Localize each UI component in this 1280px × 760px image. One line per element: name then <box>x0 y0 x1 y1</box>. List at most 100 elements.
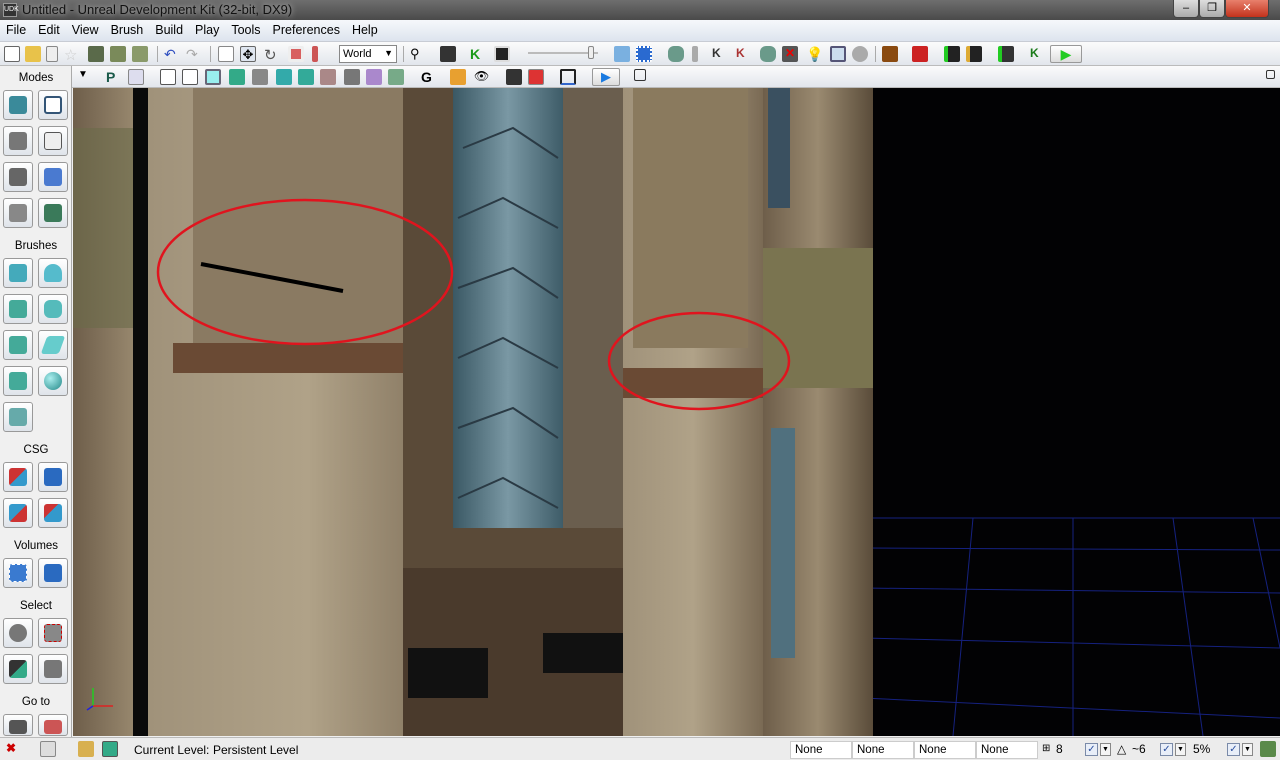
coordinate-system-select[interactable]: World ▼ <box>339 45 397 63</box>
stairs-brush-button[interactable] <box>3 294 33 324</box>
hide-selected-button[interactable] <box>38 618 68 648</box>
texture-density-icon[interactable] <box>320 69 336 85</box>
cylinder-brush-button[interactable] <box>38 294 68 324</box>
minimize-button[interactable]: – <box>1173 0 1199 18</box>
csg-intersect-button[interactable] <box>3 498 33 528</box>
open-folder-icon[interactable] <box>25 46 41 62</box>
save-all-icon[interactable] <box>110 46 126 62</box>
sheet-brush-button[interactable] <box>38 330 68 360</box>
mesh-paint-button[interactable] <box>38 162 68 192</box>
cone-brush-button[interactable] <box>38 258 68 288</box>
camera-speed-slider[interactable] <box>528 46 598 59</box>
perspective-viewport[interactable] <box>73 88 1280 736</box>
redo-icon[interactable]: ↷ <box>186 46 202 62</box>
camera-mode-button[interactable] <box>3 90 33 120</box>
recent-dropdown[interactable] <box>46 46 58 62</box>
undo-icon[interactable]: ↶ <box>164 46 180 62</box>
terrain-mode-button[interactable] <box>3 126 33 156</box>
menu-preferences[interactable]: Preferences <box>267 20 346 37</box>
texture-stats-icon[interactable] <box>830 46 846 62</box>
menu-brush[interactable]: Brush <box>105 20 150 37</box>
build-lighting-icon[interactable] <box>692 46 698 62</box>
binoculars-icon[interactable]: ⚲ <box>410 46 426 62</box>
play-on-pc-icon[interactable] <box>998 46 1014 62</box>
stream-level-icon[interactable] <box>882 46 898 62</box>
realtime-preview-icon[interactable] <box>614 46 630 62</box>
menu-tools[interactable]: Tools <box>225 20 266 37</box>
new-file-icon[interactable] <box>4 46 20 62</box>
joystick-icon[interactable] <box>506 69 522 85</box>
invert-selection-button[interactable] <box>3 654 33 684</box>
texture-mode-button[interactable] <box>3 162 33 192</box>
play-on-device-icon[interactable] <box>944 46 960 62</box>
light-map-icon[interactable]: 💡 <box>806 46 823 62</box>
shader-complexity-icon[interactable] <box>344 69 360 85</box>
device-settings-icon[interactable] <box>966 46 982 62</box>
build-cover-icon[interactable]: K <box>736 46 752 62</box>
geometry-mode-button[interactable] <box>38 90 68 120</box>
menu-view[interactable]: View <box>66 20 105 37</box>
level-icon[interactable] <box>78 741 94 757</box>
csg-add-button[interactable] <box>3 462 33 492</box>
volumetric-brush-button[interactable] <box>3 402 33 432</box>
status-field-3[interactable]: None <box>914 741 976 759</box>
volume-type-button[interactable] <box>38 558 68 588</box>
drag-grid-icon[interactable] <box>40 741 56 757</box>
eye-icon[interactable]: 👁 <box>474 69 490 85</box>
play-in-editor-button[interactable]: ▶ <box>1050 45 1082 63</box>
menu-file[interactable]: File <box>0 20 32 37</box>
play-in-viewport-button[interactable]: ▶ <box>592 68 620 86</box>
lightmap-density-icon[interactable] <box>366 69 382 85</box>
reflections-icon[interactable] <box>388 69 404 85</box>
goto-builder-brush-button[interactable] <box>38 714 68 736</box>
float-viewport-icon[interactable] <box>634 69 646 81</box>
status-field-4[interactable]: None <box>976 741 1038 759</box>
build-geometry-icon[interactable] <box>668 46 684 62</box>
cancel-build-icon[interactable]: ✕ <box>782 46 798 62</box>
perspective-toggle[interactable]: P <box>106 69 122 85</box>
favorite-star-icon[interactable]: ☆ <box>64 46 80 64</box>
move-mode-button[interactable] <box>38 126 68 156</box>
detail-lighting-icon[interactable] <box>252 69 268 85</box>
publish-icon[interactable] <box>912 46 928 62</box>
light-complexity-icon[interactable] <box>298 69 314 85</box>
csg-subtract-button[interactable] <box>38 462 68 492</box>
matinee-icon[interactable] <box>494 46 510 62</box>
realtime-icon[interactable] <box>528 69 544 85</box>
rotation-snap-dropdown[interactable]: ▼ <box>1175 743 1186 756</box>
save-icon[interactable] <box>88 46 104 62</box>
lock-icon[interactable] <box>450 69 466 85</box>
save-copy-icon[interactable] <box>132 46 148 62</box>
rotation-snap-checkbox[interactable]: ✓ <box>1160 743 1173 756</box>
spiral-stairs-button[interactable] <box>3 366 33 396</box>
menu-edit[interactable]: Edit <box>32 20 66 37</box>
status-field-2[interactable]: None <box>852 741 914 759</box>
menu-build[interactable]: Build <box>149 20 189 37</box>
scale-snap-checkbox[interactable]: ✓ <box>1227 743 1240 756</box>
sphere-brush-button[interactable] <box>38 366 68 396</box>
landscape-mode-button[interactable] <box>3 198 33 228</box>
translate-icon[interactable]: ✥ <box>240 46 256 62</box>
maximize-viewport-icon[interactable] <box>560 69 576 85</box>
restore-button[interactable]: ❐ <box>1199 0 1225 18</box>
restore-viewport-icon[interactable] <box>1266 70 1275 79</box>
scale-snap-dropdown[interactable]: ▼ <box>1242 743 1253 756</box>
close-button[interactable]: ✕ <box>1225 0 1269 18</box>
level-check-icon[interactable] <box>102 741 118 757</box>
status-field-1[interactable]: None <box>790 741 852 759</box>
viewport-options-dropdown[interactable]: ▼ <box>78 69 94 85</box>
wireframe-icon[interactable] <box>160 69 176 85</box>
lighting-only-icon[interactable] <box>276 69 292 85</box>
brush-wireframe-icon[interactable] <box>182 69 198 85</box>
rotate-icon[interactable]: ↻ <box>264 46 280 64</box>
unlit-icon[interactable] <box>205 69 221 85</box>
lit-icon[interactable] <box>229 69 245 85</box>
build-all-icon[interactable] <box>760 46 776 62</box>
kismet-icon[interactable]: K <box>470 46 486 62</box>
cube-brush-button[interactable] <box>3 258 33 288</box>
select-arrow-icon[interactable] <box>218 46 234 62</box>
sound-icon[interactable] <box>852 46 868 62</box>
show-selected-button[interactable] <box>3 618 33 648</box>
build-paths-icon[interactable]: K <box>712 46 728 62</box>
lock-viewport-icon[interactable] <box>128 69 144 85</box>
